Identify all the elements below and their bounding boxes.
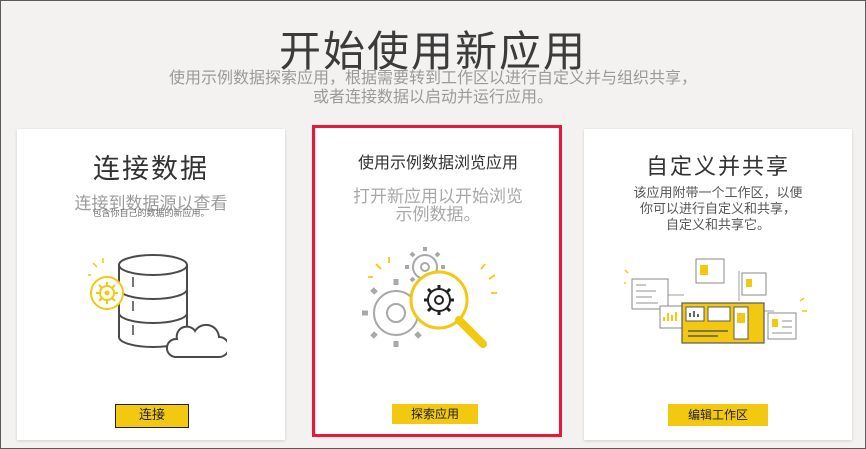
card-desc-line-3: 自定义和共享它。 <box>665 218 770 233</box>
card-explore-sample: 使用示例数据浏览应用 打开新应用以开始浏览 示例数据。 探索应用 <box>316 127 560 436</box>
gears-magnifier-icon <box>362 247 497 348</box>
card-desc-line-1: 打开新应用以开始浏览 <box>353 187 523 207</box>
card-title: 连接数据 <box>93 154 209 185</box>
card-connect-data: 连接数据 连接到数据源以查看 包含你自己的数据的新应用。 连接 <box>17 129 285 440</box>
subtitle-line-1: 使用示例数据探索应用，根据需要转到工作区以进行自定义并与组织共享， <box>168 68 697 87</box>
card-desc: 打开新应用以开始浏览 示例数据。 <box>316 188 560 224</box>
explore-app-button[interactable]: 探索应用 <box>392 404 478 424</box>
card-desc-line-2: 你可以进行自定义和共享， <box>639 202 796 217</box>
card-title: 自定义并共享 <box>645 155 790 180</box>
connect-button[interactable]: 连接 <box>115 404 189 428</box>
database-gear-cloud-icon <box>88 254 227 358</box>
edit-workspace-button[interactable]: 编辑工作区 <box>668 404 768 426</box>
subtitle-line-2: 或者连接数据以启动并运行应用。 <box>312 87 553 106</box>
card-title: 使用示例数据浏览应用 <box>357 153 518 172</box>
card-desc-line-2: 示例数据。 <box>395 205 481 225</box>
card-desc: 该应用附带一个工作区，以便 你可以进行自定义和共享， 自定义和共享它。 <box>584 186 852 234</box>
card-desc-line-1: 该应用附带一个工作区，以便 <box>633 186 803 201</box>
workspace-dashboard-icon <box>624 258 807 344</box>
card-customize-share: 自定义并共享 该应用附带一个工作区，以便 你可以进行自定义和共享， 自定义和共享… <box>584 129 852 440</box>
card-desc-line-2: 包含你自己的数据的新应用。 <box>92 209 210 219</box>
page-subtitle: 使用示例数据探索应用，根据需要转到工作区以进行自定义并与组织共享， 或者连接数据… <box>0 68 866 106</box>
